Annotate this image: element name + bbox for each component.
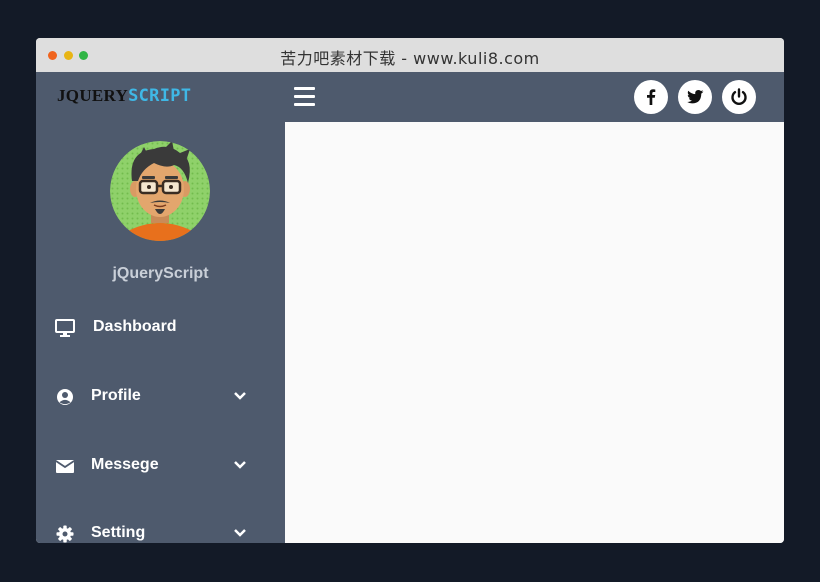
sidebar-item-label: Setting	[91, 524, 146, 541]
hamburger-icon[interactable]	[294, 87, 315, 107]
facebook-button[interactable]	[634, 80, 668, 114]
power-icon	[731, 88, 747, 106]
chevron-down-icon[interactable]	[233, 458, 247, 472]
window-title: 苦力吧素材下载 - www.kuli8.com	[280, 49, 540, 68]
sidebar-item-messege[interactable]: Messege	[36, 446, 285, 486]
brand-logo[interactable]: JQUERYSCRIPT	[57, 86, 191, 106]
window-titlebar: 苦力吧素材下载 - www.kuli8.com	[36, 38, 784, 73]
sidebar: JQUERYSCRIPT jQueryScript Dashboard Prof…	[36, 72, 285, 543]
desktop-icon	[55, 319, 75, 337]
facebook-icon	[647, 89, 656, 105]
sidebar-item-label: Messege	[91, 456, 159, 473]
sidebar-item-setting[interactable]: Setting	[36, 514, 285, 543]
twitter-icon	[687, 90, 704, 104]
brand-logo-part1: JQUERY	[57, 86, 129, 105]
chevron-down-icon[interactable]	[233, 389, 247, 403]
sidebar-item-dashboard[interactable]: Dashboard	[36, 308, 285, 348]
twitter-button[interactable]	[678, 80, 712, 114]
gear-icon	[56, 525, 74, 543]
top-navbar	[285, 72, 784, 122]
power-button[interactable]	[722, 80, 756, 114]
chevron-down-icon[interactable]	[233, 526, 247, 540]
brand-logo-part2: SCRIPT	[128, 86, 192, 106]
browser-window: 苦力吧素材下载 - www.kuli8.com JQUERYSCRIPT jQu…	[36, 38, 784, 543]
envelope-icon	[55, 460, 75, 473]
avatar	[110, 141, 210, 241]
sidebar-item-profile[interactable]: Profile	[36, 377, 285, 417]
username: jQueryScript	[112, 265, 209, 282]
user-circle-icon	[57, 389, 73, 405]
cartoon-avatar-icon	[110, 141, 210, 241]
sidebar-item-label: Dashboard	[93, 318, 177, 335]
main-content-area	[285, 122, 784, 543]
sidebar-item-label: Profile	[91, 387, 141, 404]
